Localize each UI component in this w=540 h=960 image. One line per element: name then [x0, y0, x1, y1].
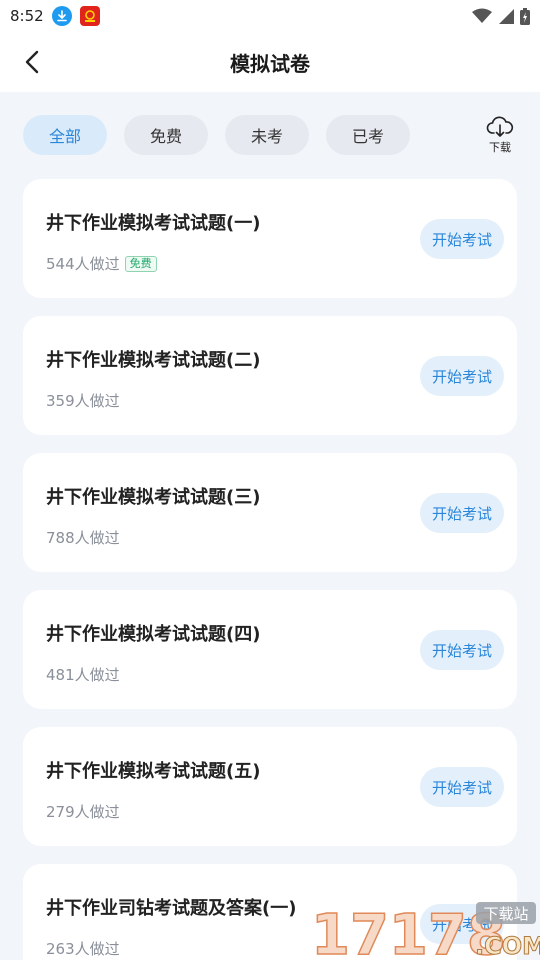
- exam-count: 544人做过: [46, 255, 120, 273]
- app-notification-icon: [79, 6, 100, 26]
- filter-tab-not-taken[interactable]: 未考: [225, 115, 309, 155]
- filter-tab-free[interactable]: 免费: [124, 115, 208, 155]
- battery-icon: [520, 7, 530, 25]
- wifi-icon: [472, 8, 492, 23]
- exam-count: 279人做过: [46, 803, 120, 821]
- start-exam-button[interactable]: 开始考试: [420, 219, 504, 259]
- filter-tab-all[interactable]: 全部: [23, 115, 107, 155]
- exam-count: 263人做过: [46, 940, 120, 958]
- exam-meta: 788人做过: [46, 527, 120, 548]
- exam-title: 井下作业模拟考试试题(五): [46, 761, 261, 782]
- exam-count: 788人做过: [46, 529, 120, 547]
- exam-title: 井下作业模拟考试试题(一): [46, 213, 261, 234]
- exam-count: 359人做过: [46, 392, 120, 410]
- start-exam-button[interactable]: 开始考试: [420, 767, 504, 807]
- exam-title: 井下作业模拟考试试题(四): [46, 624, 261, 645]
- exam-title: 井下作业模拟考试试题(三): [46, 487, 261, 508]
- exam-card[interactable]: 井下作业模拟考试试题(一) 544人做过 免费 开始考试: [23, 179, 517, 298]
- exam-meta: 481人做过: [46, 664, 120, 685]
- exam-list: 井下作业模拟考试试题(一) 544人做过 免费 开始考试 井下作业模拟考试试题(…: [23, 179, 517, 960]
- download-label: 下载: [489, 141, 511, 154]
- filter-row: 全部 免费 未考 已考 下载: [0, 92, 540, 178]
- exam-count: 481人做过: [46, 666, 120, 684]
- exam-card[interactable]: 井下作业模拟考试试题(二) 359人做过 开始考试: [23, 316, 517, 435]
- exam-meta: 359人做过: [46, 390, 120, 411]
- status-time: 8:52: [10, 7, 44, 25]
- start-exam-button[interactable]: 开始考试: [420, 356, 504, 396]
- chevron-left-icon: [25, 50, 39, 74]
- free-badge: 免费: [124, 255, 157, 272]
- exam-title: 井下作业模拟考试试题(二): [46, 350, 261, 371]
- back-button[interactable]: [16, 46, 48, 78]
- exam-meta: 544人做过 免费: [46, 253, 157, 274]
- exam-card[interactable]: 井下作业模拟考试试题(四) 481人做过 开始考试: [23, 590, 517, 709]
- exam-meta: 263人做过: [46, 938, 120, 959]
- status-bar: 8:52: [0, 0, 540, 32]
- exam-card[interactable]: 井下作业模拟考试试题(三) 788人做过 开始考试: [23, 453, 517, 572]
- exam-title: 井下作业司钻考试题及答案(一): [46, 898, 297, 919]
- signal-icon: [499, 9, 514, 24]
- cloud-download-icon: [486, 116, 514, 137]
- exam-card[interactable]: 井下作业模拟考试试题(五) 279人做过 开始考试: [23, 727, 517, 846]
- header: 模拟试卷: [0, 32, 540, 92]
- page-title: 模拟试卷: [230, 51, 310, 76]
- download-notification-icon: [51, 6, 72, 26]
- start-exam-button[interactable]: 开始考试: [420, 630, 504, 670]
- exam-card[interactable]: 井下作业司钻考试题及答案(一) 263人做过 开始考试: [23, 864, 517, 960]
- download-button[interactable]: 下载: [484, 116, 516, 155]
- filter-tab-taken[interactable]: 已考: [326, 115, 410, 155]
- start-exam-button[interactable]: 开始考试: [420, 904, 504, 944]
- start-exam-button[interactable]: 开始考试: [420, 493, 504, 533]
- screen: 8:52 模拟试卷 全部 免费 未考 已考 下载 井下作业模拟考试试题(一) 5…: [0, 0, 540, 960]
- exam-meta: 279人做过: [46, 801, 120, 822]
- status-indicators: [472, 7, 530, 25]
